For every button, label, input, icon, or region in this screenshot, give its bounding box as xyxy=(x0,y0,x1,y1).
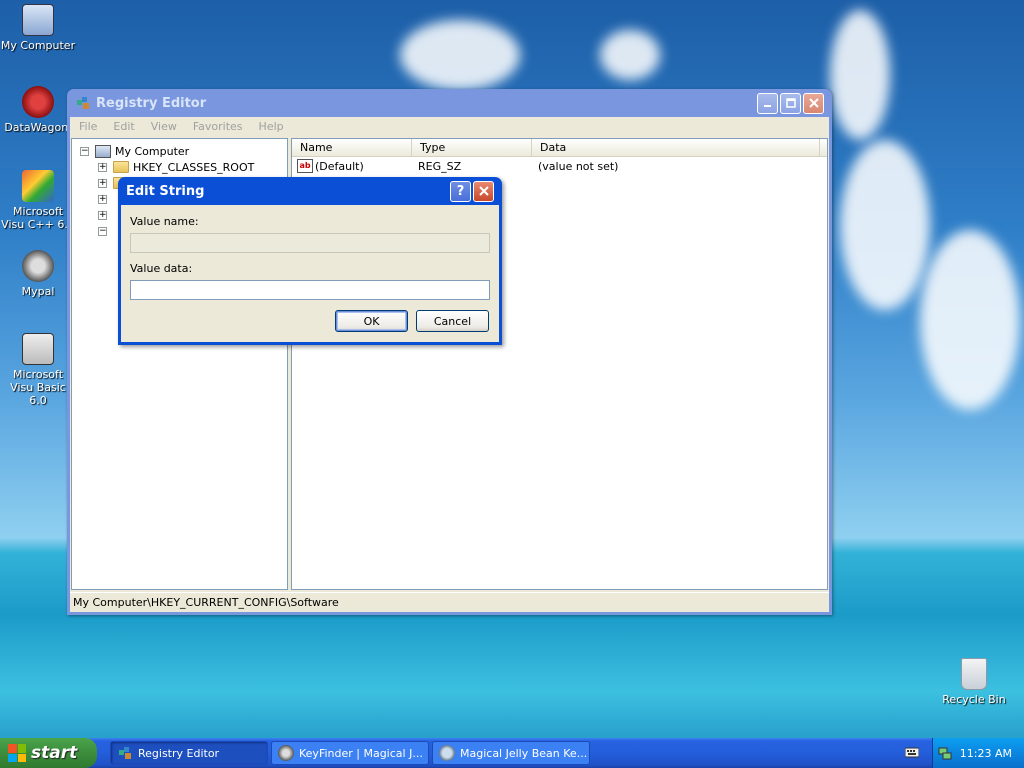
recycle-bin-icon xyxy=(961,658,987,690)
visual-basic-icon xyxy=(22,333,54,365)
desktop-icon-label: Recycle Bin xyxy=(942,693,1006,706)
value-type: REG_SZ xyxy=(418,159,462,173)
list-item[interactable]: ab (Default) REG_SZ (value not set) xyxy=(292,157,827,175)
taskbar: start Registry Editor KeyFinder | Magica… xyxy=(0,738,1024,768)
folder-icon xyxy=(113,161,129,173)
datawagon-icon xyxy=(22,86,54,118)
visual-cpp-icon xyxy=(22,170,54,202)
minimize-button[interactable] xyxy=(757,92,778,114)
column-name[interactable]: Name xyxy=(292,139,412,156)
collapse-icon[interactable]: − xyxy=(98,226,107,236)
mypal-icon xyxy=(22,250,54,282)
tree-item-collapsed[interactable]: + xyxy=(98,191,113,207)
keyboard-icon[interactable] xyxy=(905,746,919,758)
menu-file[interactable]: File xyxy=(74,120,102,133)
expand-icon[interactable]: + xyxy=(98,162,107,172)
close-icon xyxy=(808,98,819,108)
task-label: Registry Editor xyxy=(138,746,220,760)
desktop-icon-visual-cpp[interactable]: Microsoft Visu C++ 6.0 xyxy=(0,170,76,231)
dialog-close-button[interactable] xyxy=(473,180,494,202)
expand-icon[interactable]: + xyxy=(98,178,107,188)
string-value-icon: ab xyxy=(297,159,313,173)
magnifier-icon xyxy=(439,745,455,761)
desktop-icon-datawagon[interactable]: DataWagon. xyxy=(0,86,76,134)
regedit-icon xyxy=(119,747,131,759)
my-computer-icon xyxy=(22,4,54,36)
start-button[interactable]: start xyxy=(0,738,97,768)
taskbar-item-keyfinder[interactable]: KeyFinder | Magical J... xyxy=(271,741,429,765)
dialog-title: Edit String xyxy=(126,183,205,199)
status-bar: My Computer\HKEY_CURRENT_CONFIG\Software xyxy=(70,592,829,612)
column-headers: Name Type Data xyxy=(292,139,827,157)
registry-editor-window[interactable]: Registry Editor File Edit View Favorites… xyxy=(67,89,832,615)
tree-item-my-computer[interactable]: − My Computer xyxy=(80,143,189,159)
value-data: (value not set) xyxy=(538,159,619,173)
value-name-field[interactable] xyxy=(130,233,490,253)
menu-favorites[interactable]: Favorites xyxy=(188,120,248,133)
clock[interactable]: 11:23 AM xyxy=(960,747,1012,760)
menu-view[interactable]: View xyxy=(146,120,182,133)
desktop-icon-label: DataWagon. xyxy=(4,121,72,134)
desktop-icon-recycle-bin[interactable]: Recycle Bin xyxy=(936,658,1012,706)
keyfinder-icon xyxy=(278,745,294,761)
desktop-icon-visual-basic[interactable]: Microsoft Visu Basic 6.0 xyxy=(0,333,76,407)
tree-item-hkcr[interactable]: + HKEY_CLASSES_ROOT xyxy=(98,159,254,175)
title-bar[interactable]: Registry Editor xyxy=(70,89,829,117)
tree-item-label: My Computer xyxy=(115,144,190,158)
column-type[interactable]: Type xyxy=(412,139,532,156)
column-data[interactable]: Data xyxy=(532,139,820,156)
help-icon: ? xyxy=(456,183,465,199)
desktop-icon-label: Mypal xyxy=(21,285,55,298)
menu-help[interactable]: Help xyxy=(254,120,289,133)
value-data-field[interactable] xyxy=(130,280,490,300)
maximize-button[interactable] xyxy=(780,92,801,114)
start-label: start xyxy=(31,743,78,763)
ok-button[interactable]: OK xyxy=(335,310,408,332)
tree-item-label: HKEY_CLASSES_ROOT xyxy=(133,160,255,174)
minimize-icon xyxy=(763,105,771,107)
tree-item-collapsed[interactable]: + xyxy=(98,207,113,223)
taskbar-item-magical-jelly-bean[interactable]: Magical Jelly Bean Ke... xyxy=(432,741,590,765)
menu-bar: File Edit View Favorites Help xyxy=(70,117,829,136)
taskbar-item-registry-editor[interactable]: Registry Editor xyxy=(110,741,268,765)
close-icon xyxy=(478,186,489,196)
dialog-title-bar[interactable]: Edit String ? xyxy=(121,177,499,205)
desktop-icon-my-computer[interactable]: My Computer xyxy=(0,4,76,52)
tree-item-expanded[interactable]: − xyxy=(98,223,113,239)
expand-icon[interactable]: + xyxy=(98,210,107,220)
windows-logo-icon xyxy=(8,744,26,762)
system-tray: 11:23 AM xyxy=(932,738,1024,768)
task-label: KeyFinder | Magical J... xyxy=(299,746,423,760)
maximize-icon xyxy=(785,98,796,108)
dialog-body: Value name: Value data: OK Cancel xyxy=(121,205,499,342)
computer-icon xyxy=(95,144,111,158)
task-label: Magical Jelly Bean Ke... xyxy=(460,746,588,760)
network-icon[interactable] xyxy=(938,746,952,760)
close-button[interactable] xyxy=(803,92,824,114)
expand-icon[interactable]: + xyxy=(98,194,107,204)
desktop-icon-mypal[interactable]: Mypal xyxy=(0,250,76,298)
collapse-icon[interactable]: − xyxy=(80,146,89,156)
cancel-button[interactable]: Cancel xyxy=(416,310,489,332)
regedit-icon xyxy=(77,97,89,109)
value-data-label: Value data: xyxy=(130,262,193,275)
desktop-icon-label: Microsoft Visu Basic 6.0 xyxy=(10,368,66,407)
window-title: Registry Editor xyxy=(96,95,207,111)
value-name-label: Value name: xyxy=(130,215,199,228)
desktop-icon-label: My Computer xyxy=(0,39,76,52)
value-name: (Default) xyxy=(315,159,364,173)
help-button[interactable]: ? xyxy=(450,180,471,202)
edit-string-dialog[interactable]: Edit String ? Value name: Value data: OK… xyxy=(118,177,502,345)
desktop-icon-label: Microsoft Visu C++ 6.0 xyxy=(1,205,75,231)
menu-edit[interactable]: Edit xyxy=(108,120,139,133)
